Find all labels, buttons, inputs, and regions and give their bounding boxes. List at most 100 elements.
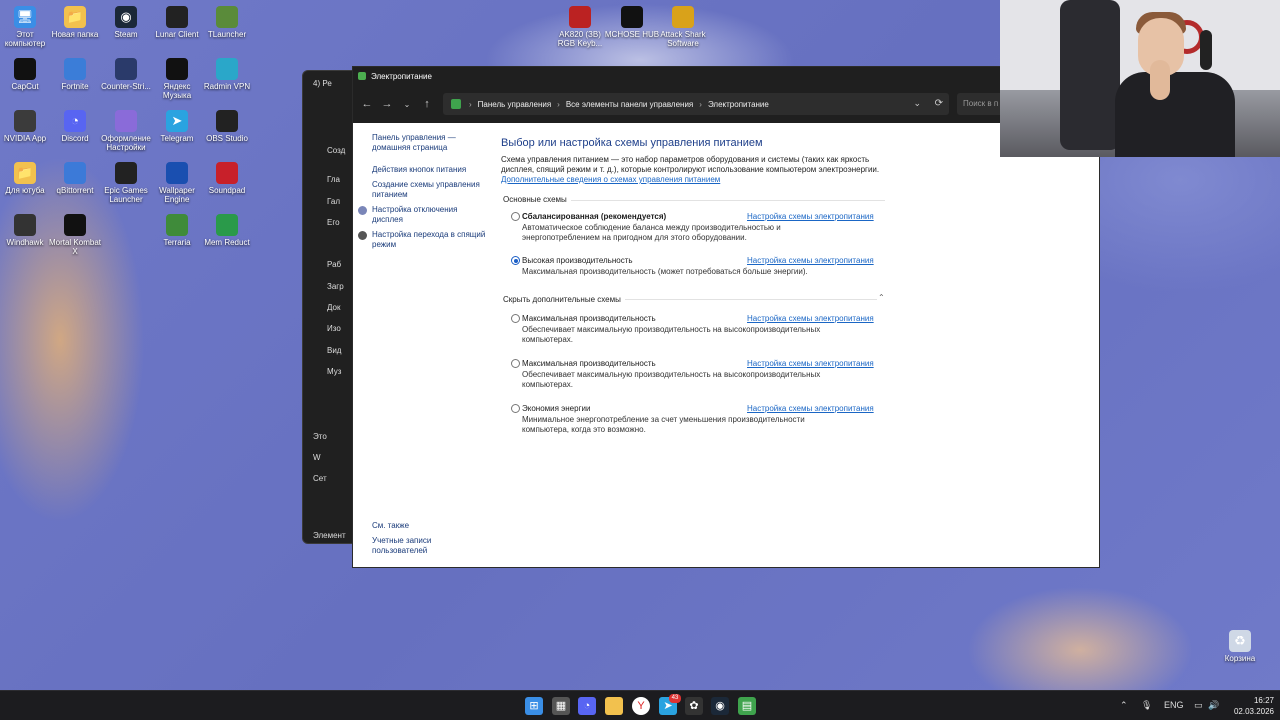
back-arrow-icon[interactable]: ← xyxy=(357,98,377,110)
sidebar-sleep-link[interactable]: Настройка перехода в спящий режим xyxy=(372,230,488,250)
collapse-chevron-icon[interactable]: ⌃ xyxy=(878,293,885,302)
breadcrumb-all-items[interactable]: Все элементы панели управления xyxy=(566,100,693,109)
breadcrumb-control-panel[interactable]: Панель управления xyxy=(478,100,552,109)
explorer-nav-item[interactable]: Его xyxy=(327,218,340,227)
discord-icon[interactable]: ◔ xyxy=(578,697,596,715)
desktop-icon-discord[interactable]: ◔ Discord xyxy=(47,110,103,143)
forward-arrow-icon[interactable]: → xyxy=(377,98,397,110)
sidebar-home-link[interactable]: Панель управления — домашняя страница xyxy=(372,133,488,153)
steam-icon[interactable]: ◉ xyxy=(711,697,729,715)
power-options-icon xyxy=(358,72,366,80)
network-icon[interactable]: ▭ xyxy=(1194,700,1203,711)
explorer-nav-item[interactable]: Муз xyxy=(327,367,341,376)
desktop-icon-terraria[interactable]: Terraria xyxy=(149,214,205,247)
file-explorer-icon[interactable] xyxy=(605,697,623,715)
explorer-nav-item[interactable]: Созд xyxy=(327,146,345,155)
desktop-icon-capcut[interactable]: CapCut xyxy=(0,58,53,91)
recycle-bin-icon: ♻ xyxy=(1229,630,1251,652)
power-options-window[interactable]: Электропитание ← → ⌄ ↑ › Панель управлен… xyxy=(352,66,1100,568)
plan-radio-button[interactable] xyxy=(511,314,520,323)
explorer-nav-item[interactable]: Док xyxy=(327,303,340,312)
terraria-icon xyxy=(166,214,188,236)
desktop-icon-yandex-music[interactable]: Яндекс Музыка xyxy=(149,58,205,100)
sidebar-power-buttons-link[interactable]: Действия кнопок питания xyxy=(372,165,488,175)
desktop-icon-radmin-vpn[interactable]: Radmin VPN xyxy=(199,58,255,91)
explorer-nav-item[interactable]: Сет xyxy=(313,474,327,483)
desktop-icon-epic-games[interactable]: Epic Games Launcher xyxy=(98,162,154,204)
calculator-icon[interactable]: ▦ xyxy=(552,697,570,715)
desktop-icon-mortal-kombat[interactable]: Mortal Kombat X xyxy=(47,214,103,256)
explorer-nav-item[interactable]: Раб xyxy=(327,260,341,269)
language-indicator[interactable]: ENG xyxy=(1164,700,1184,710)
desktop-icon-wallpaper-engine[interactable]: Wallpaper Engine xyxy=(149,162,205,204)
desktop-icon-soundpad[interactable]: Soundpad xyxy=(199,162,255,195)
desktop-icon-folder[interactable]: 📁 Новая папка xyxy=(47,6,103,39)
soundpad-icon xyxy=(216,162,238,184)
basic-plans-divider xyxy=(571,200,885,201)
configure-plan-link[interactable]: Настройка схемы электропитания xyxy=(747,359,874,368)
explorer-nav-item[interactable]: W xyxy=(313,453,321,462)
desktop-icon-tlauncher[interactable]: TLauncher xyxy=(199,6,255,39)
desktop-icon-settings-folder[interactable]: Оформление Настройки xyxy=(98,110,154,152)
desktop-icon-label: Steam xyxy=(114,30,138,39)
explorer-nav-item[interactable]: Гла xyxy=(327,175,340,184)
desktop-icon-telegram[interactable]: ➤ Telegram xyxy=(149,110,205,143)
plan-radio-button[interactable] xyxy=(511,359,520,368)
desktop-icon-nvidia[interactable]: NVIDIA App xyxy=(0,110,53,143)
sidebar-display-off-link[interactable]: Настройка отключения дисплея xyxy=(372,205,488,225)
desktop-icon-folder[interactable]: 📁 Для ютуба xyxy=(0,162,53,195)
plan-radio-button[interactable] xyxy=(511,212,520,221)
plan-description: Максимальная производительность (может п… xyxy=(522,267,808,276)
yandex-browser-icon[interactable]: Y xyxy=(632,697,650,715)
address-bar[interactable]: › Панель управления › Все элементы панел… xyxy=(443,93,949,115)
desktop-icon-counter-strike[interactable]: Counter-Stri... xyxy=(98,58,154,91)
sidebar-create-plan-link[interactable]: Создание схемы управления питанием xyxy=(372,180,488,200)
control-panel-icon[interactable]: ▤ xyxy=(738,697,756,715)
plan-name: Сбалансированная (рекомендуется) xyxy=(522,212,667,221)
page-description: Схема управления питанием — это набор па… xyxy=(501,155,880,174)
recent-locations-chevron-icon[interactable]: ⌄ xyxy=(397,100,417,109)
start-icon[interactable]: ⊞ xyxy=(525,697,543,715)
desktop-icon-label: Новая папка xyxy=(51,30,99,39)
desktop-icon-windhawk[interactable]: Windhawk xyxy=(0,214,53,247)
hide-extra-plans-header[interactable]: Скрыть дополнительные схемы xyxy=(503,295,621,304)
desktop-icon-obs[interactable]: OBS Studio xyxy=(199,110,255,143)
basic-plans-header: Основные схемы xyxy=(503,195,567,204)
refresh-icon[interactable]: ⟳ xyxy=(935,98,943,109)
chatgpt-icon[interactable]: ✿ xyxy=(685,697,703,715)
desktop-icon-fortnite[interactable]: Fortnite xyxy=(47,58,103,91)
microphone-icon[interactable]: 🎙 xyxy=(1141,700,1152,711)
tray-overflow-chevron-icon[interactable]: ⌃ xyxy=(1120,700,1128,711)
clock[interactable]: 16:27 02.03.2026 xyxy=(1226,695,1274,717)
desktop-icon-computer[interactable]: 🖥 Этот компьютер xyxy=(0,6,53,48)
explorer-nav-item[interactable]: Вид xyxy=(327,346,341,355)
explorer-nav-item[interactable]: Загр xyxy=(327,282,344,291)
configure-plan-link[interactable]: Настройка схемы электропитания xyxy=(747,212,874,221)
configure-plan-link[interactable]: Настройка схемы электропитания xyxy=(747,314,874,323)
desktop-icon-attack-shark[interactable]: Attack Shark Software xyxy=(655,6,711,48)
volume-icon[interactable]: 🔊 xyxy=(1208,700,1219,711)
explorer-nav-item[interactable]: Гал xyxy=(327,197,340,206)
desktop-icon-mchose[interactable]: MCHOSE HUB xyxy=(604,6,660,39)
configure-plan-link[interactable]: Настройка схемы электропитания xyxy=(747,404,874,413)
desktop-icon-recycle-bin[interactable]: ♻ Корзина xyxy=(1212,630,1268,663)
window-title: Электропитание xyxy=(371,71,432,81)
desktop-icon-mem-reduct[interactable]: Mem Reduct xyxy=(199,214,255,247)
desktop-icon-label: Windhawk xyxy=(6,238,44,247)
desktop-icon-keyboard-app[interactable]: AK820 (ЗВ) RGB Keyb... xyxy=(552,6,608,48)
address-dropdown-icon[interactable]: ⌄ xyxy=(913,98,921,109)
explorer-nav-item[interactable]: Изо xyxy=(327,324,341,333)
up-arrow-icon[interactable]: ↑ xyxy=(417,98,437,110)
explorer-nav-item[interactable]: Это xyxy=(313,432,327,441)
desktop-icon-label: qBittorrent xyxy=(56,186,94,195)
breadcrumb-power-options[interactable]: Электропитание xyxy=(708,100,769,109)
desktop-icon-qbittorrent[interactable]: qBittorrent xyxy=(47,162,103,195)
plan-radio-button[interactable] xyxy=(511,256,520,265)
plan-radio-button[interactable] xyxy=(511,404,520,413)
configure-plan-link[interactable]: Настройка схемы электропитания xyxy=(747,256,874,265)
desktop-icon-lunar-client[interactable]: Lunar Client xyxy=(149,6,205,39)
attack-shark-icon xyxy=(672,6,694,28)
user-accounts-link[interactable]: Учетные записи пользователей xyxy=(372,536,488,556)
more-info-link[interactable]: Дополнительные сведения о схемах управле… xyxy=(501,175,720,184)
desktop-icon-steam[interactable]: ◉ Steam xyxy=(98,6,154,39)
